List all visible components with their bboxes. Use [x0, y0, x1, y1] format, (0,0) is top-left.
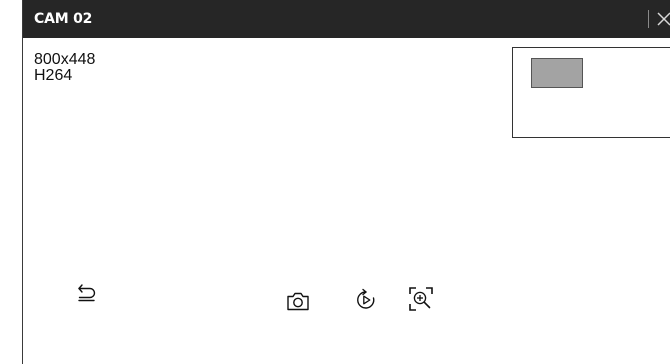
title-bar-divider: [648, 10, 649, 28]
close-icon: [657, 12, 670, 26]
camera-viewer-window: CAM 02 800x448 H264: [22, 0, 670, 364]
camera-icon: [287, 292, 309, 311]
window-title: CAM 02: [34, 11, 93, 27]
instant-playback-icon: [357, 288, 375, 309]
snapshot-button[interactable]: [281, 285, 315, 317]
close-button[interactable]: [654, 6, 670, 32]
title-bar: CAM 02: [23, 0, 670, 38]
video-codec: H264: [34, 67, 73, 84]
minimap-viewport-box[interactable]: [531, 58, 583, 88]
back-arrow-icon: [78, 284, 96, 302]
video-info-overlay: 800x448 H264: [34, 52, 95, 84]
zoom-minimap[interactable]: [512, 47, 670, 138]
digital-zoom-button[interactable]: [404, 283, 438, 315]
instant-playback-button[interactable]: [349, 283, 383, 315]
video-resolution: 800x448: [34, 51, 96, 68]
zoom-in-icon: [409, 287, 433, 311]
back-button[interactable]: [70, 276, 104, 308]
